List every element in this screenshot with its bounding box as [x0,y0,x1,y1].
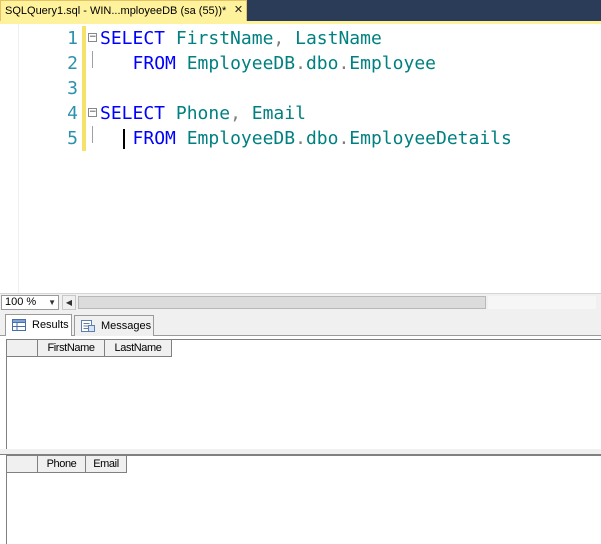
tab-messages-label: Messages [101,320,152,332]
code-text: FROM EmployeeDB.dbo.EmployeeDetails [100,126,512,151]
sql-identifier: LastName [295,28,382,49]
close-tab-icon[interactable]: ✕ [232,4,245,17]
sql-keyword: FROM [132,53,176,74]
scroll-left-icon[interactable]: ◀ [62,295,76,310]
sql-identifier: EmployeeDB [186,128,296,149]
grid-corner-cell[interactable] [7,340,38,357]
sql-identifier: Employee [349,53,436,74]
messages-icon [81,320,95,332]
text-caret [123,129,125,149]
sql-punctuation [165,28,176,49]
sql-identifier: EmployeeDB [186,53,296,74]
change-marker [82,126,86,151]
column-header-phone[interactable]: Phone [38,456,86,473]
zoom-dropdown[interactable]: 100 % ▼ [1,295,59,310]
sql-keyword: SELECT [100,103,166,124]
sql-identifier: FirstName [175,28,274,49]
sql-identifier: dbo [305,128,339,149]
sql-keyword: SELECT [100,28,166,49]
code-line[interactable]: 1 − SELECT FirstName, LastName [0,26,601,51]
sql-identifier: dbo [305,53,339,74]
sql-punctuation: , [230,103,241,124]
sql-punctuation [284,28,295,49]
sql-punctuation [100,128,133,149]
line-number: 3 [67,78,78,99]
sql-punctuation: . [295,53,306,74]
sql-identifier: Phone [175,103,231,124]
code-line[interactable]: 5 FROM EmployeeDB.dbo.EmployeeDetails [0,126,601,151]
column-header-lastname[interactable]: LastName [105,340,172,357]
document-tab[interactable]: SQLQuery1.sql - WIN...mployeeDB (sa (55)… [0,0,247,21]
horizontal-scrollbar-track[interactable] [488,296,596,309]
query-editor[interactable]: 1− SELECT FirstName, LastName 2 FROM Emplo… [0,24,601,293]
sql-punctuation [176,128,187,149]
sql-keyword: FROM [132,128,176,149]
code-line[interactable]: 3 [0,76,601,101]
code-text: SELECT Phone, Email [100,101,306,126]
change-marker [82,51,86,76]
code-line[interactable]: 4 − SELECT Phone, Email [0,101,601,126]
result-grid-1[interactable]: FirstName LastName [6,339,601,449]
tab-results-label: Results [32,319,69,331]
sql-punctuation [165,103,176,124]
sql-punctuation [241,103,252,124]
sql-punctuation [100,53,133,74]
column-header-email[interactable]: Email [86,456,127,473]
collapse-icon[interactable]: − [88,108,97,117]
document-tab-strip: SQLQuery1.sql - WIN...mployeeDB (sa (55)… [0,0,601,21]
collapse-icon[interactable]: − [88,33,97,42]
sql-punctuation: , [273,28,285,49]
document-tab-title: SQLQuery1.sql - WIN...mployeeDB (sa (55)… [5,5,227,17]
sql-punctuation: . [338,53,350,74]
change-marker [82,101,86,126]
result-grid-2[interactable]: Phone Email [6,455,601,544]
zoom-value: 100 % [5,296,37,308]
fold-guide [92,51,93,68]
sql-identifier: EmployeeDetails [349,128,512,149]
change-marker [82,76,86,101]
column-header-firstname[interactable]: FirstName [38,340,105,357]
tab-results[interactable]: Results [5,314,72,336]
sql-punctuation: . [295,128,306,149]
change-marker [82,26,86,51]
grid-header: Phone Email [7,456,127,473]
fold-guide [92,126,93,143]
line-number: 5 [67,128,78,149]
grid-header: FirstName LastName [7,340,172,357]
line-number: 1 [67,28,78,49]
dropdown-arrow-icon: ▼ [48,298,56,307]
line-number: 2 [67,53,78,74]
code-text: FROM EmployeeDB.dbo.Employee [100,51,436,76]
editor-status-strip: 100 % ▼ ◀ [0,293,601,311]
tab-messages[interactable]: Messages [74,315,154,336]
grid-corner-cell[interactable] [7,456,38,473]
results-tab-bar: Results Messages [0,311,601,336]
sql-punctuation: . [338,128,350,149]
line-number: 4 [67,103,78,124]
sql-punctuation [176,53,187,74]
code-text: SELECT FirstName, LastName [100,26,382,51]
horizontal-scrollbar-thumb[interactable] [78,296,486,309]
sql-identifier: Email [251,103,306,124]
code-line[interactable]: 2 FROM EmployeeDB.dbo.Employee [0,51,601,76]
results-grid-icon [12,319,26,331]
